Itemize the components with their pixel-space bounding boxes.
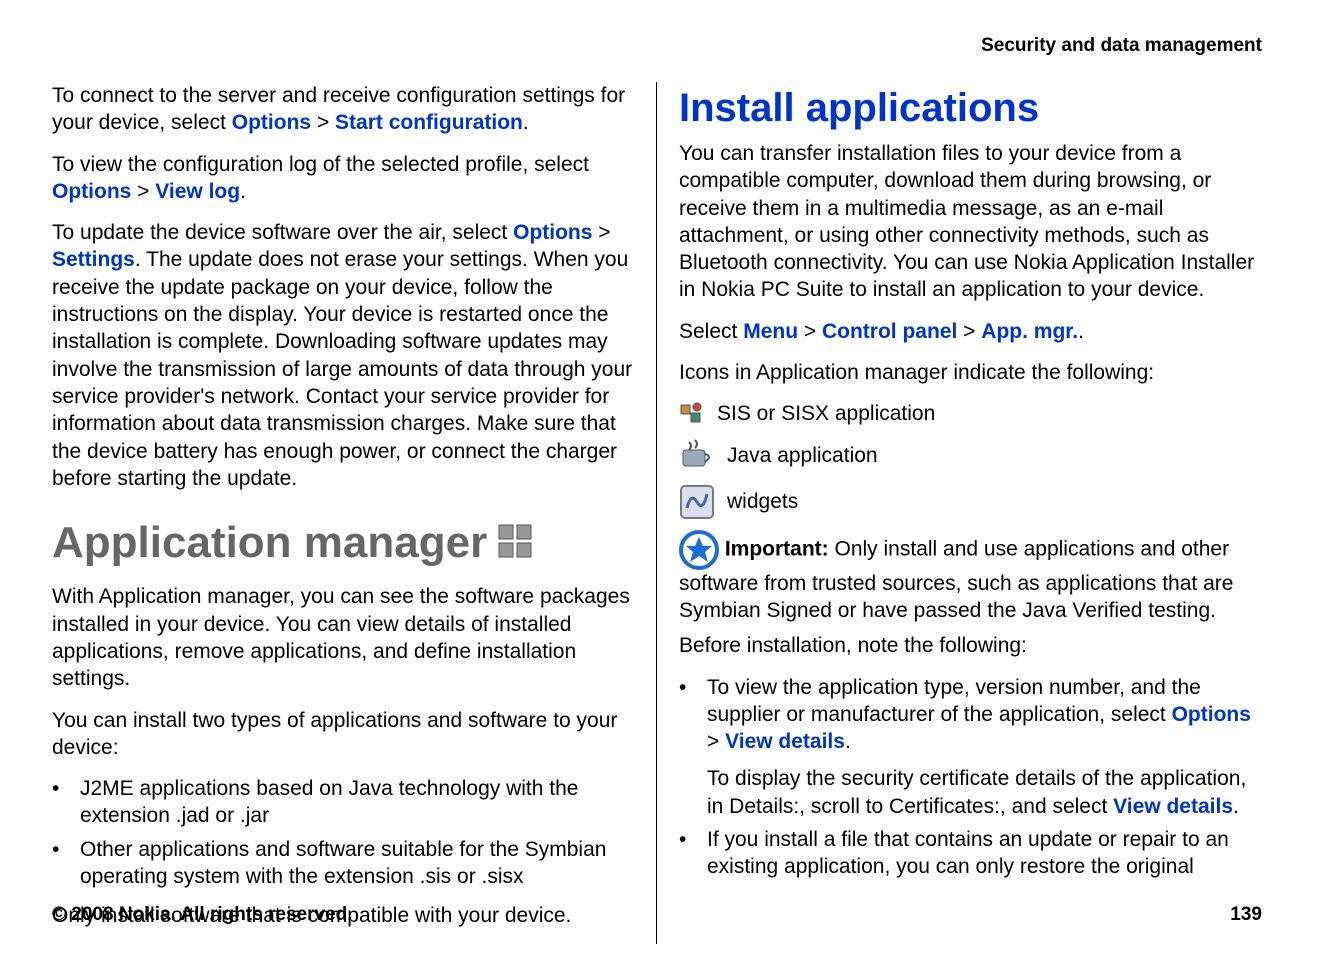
icon-row-sis: SIS or SISX application [679,400,1262,427]
icon-label: Java application [727,442,878,469]
sis-icon [679,401,705,427]
page-footer: © 2008 Nokia. All rights reserved. 139 [52,904,1262,926]
link-options[interactable]: Options [1172,703,1251,726]
bullet-dot: • [679,674,707,820]
para-security-cert: To display the security certificate deta… [707,765,1262,820]
bullet-content: To view the application type, version nu… [707,674,1262,820]
list-item: • To view the application type, version … [679,674,1262,820]
link-view-log[interactable]: View log [155,180,240,203]
right-column: Install applications You can transfer in… [657,82,1262,944]
icon-row-widgets: widgets [679,484,1262,520]
icon-row-java: Java application [679,438,1262,474]
important-note: Important: Only install and use applicat… [679,530,1262,625]
para-install-types: You can install two types of application… [52,707,634,762]
bullet-list-before-install: • To view the application type, version … [679,674,1262,881]
link-options[interactable]: Options [232,111,311,134]
para-view-details: To view the application type, version nu… [707,674,1262,756]
page-number: 139 [1230,904,1262,926]
para-transfer-files: You can transfer installation files to y… [679,140,1262,304]
para-appmgr-desc: With Application manager, you can see th… [52,583,634,692]
text: . [240,180,246,203]
text: To update the device software over the a… [52,221,513,244]
content-columns: To connect to the server and receive con… [52,82,1262,944]
heading-application-manager: Application manager [52,514,634,571]
text: Select [679,320,743,343]
important-icon [679,530,719,570]
copyright-text: © 2008 Nokia. All rights reserved. [52,904,353,926]
breadcrumb-arrow: > [137,180,155,203]
text: . [845,730,851,753]
bullet-text: If you install a file that contains an u… [707,826,1262,881]
link-options[interactable]: Options [52,180,131,203]
java-icon [679,438,715,474]
heading-text: Application manager [52,514,487,571]
breadcrumb-arrow: > [598,221,610,244]
section-header: Security and data management [52,35,1262,57]
icon-label: widgets [727,488,798,515]
important-label: Important: [725,537,829,560]
text: To view the application type, version nu… [707,676,1201,726]
link-menu[interactable]: Menu [743,320,798,343]
para-icons-indicate: Icons in Application manager indicate th… [679,359,1262,386]
para-select-appmgr: Select Menu > Control panel > App. mgr.. [679,318,1262,345]
link-settings[interactable]: Settings [52,248,135,271]
left-column: To connect to the server and receive con… [52,82,657,944]
app-manager-icon [497,523,537,563]
icon-label: SIS or SISX application [717,400,935,427]
link-view-details[interactable]: View details [725,730,845,753]
bullet-text: Other applications and software suitable… [80,836,634,891]
link-view-details[interactable]: View details [1113,795,1233,818]
bullet-list-types: • J2ME applications based on Java techno… [52,775,634,890]
link-start-configuration[interactable]: Start configuration [335,111,523,134]
breadcrumb-arrow: > [707,730,725,753]
text: To view the configuration log of the sel… [52,153,589,176]
widgets-icon [679,484,715,520]
link-options[interactable]: Options [513,221,592,244]
breadcrumb-arrow: > [963,320,981,343]
bullet-dot: • [52,775,80,830]
bullet-dot: • [679,826,707,881]
para-before-install: Before installation, note the following: [679,632,1262,659]
link-control-panel[interactable]: Control panel [822,320,957,343]
list-item: • J2ME applications based on Java techno… [52,775,634,830]
link-app-mgr[interactable]: App. mgr. [981,320,1078,343]
list-item: • If you install a file that contains an… [679,826,1262,881]
bullet-dot: • [52,836,80,891]
text: . [1078,320,1084,343]
para-update-software: To update the device software over the a… [52,219,634,492]
text: . [523,111,529,134]
para-view-log: To view the configuration log of the sel… [52,151,634,206]
list-item: • Other applications and software suitab… [52,836,634,891]
heading-install-applications: Install applications [679,82,1262,134]
bullet-text: J2ME applications based on Java technolo… [80,775,634,830]
breadcrumb-arrow: > [317,111,335,134]
text: . [1233,795,1239,818]
text: . The update does not erase your setting… [52,248,632,489]
para-connect-server: To connect to the server and receive con… [52,82,634,137]
breadcrumb-arrow: > [804,320,822,343]
